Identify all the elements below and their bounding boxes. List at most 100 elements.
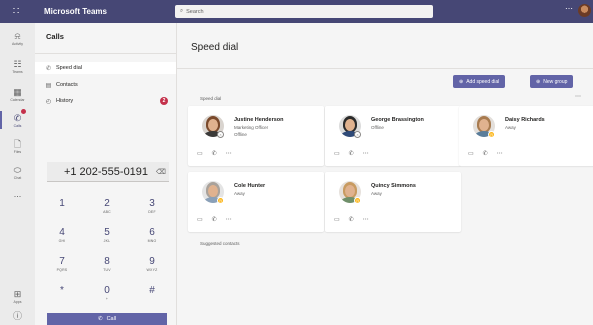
contact-name: Cole Hunter xyxy=(234,183,266,189)
contact-name: Daisy Richards xyxy=(505,117,545,123)
search-icon: ⌕ xyxy=(180,8,184,14)
keypad-key-5[interactable]: 5 JKL xyxy=(92,227,122,243)
contacts-icon: ▤ xyxy=(45,82,52,89)
presence-offline-icon: × xyxy=(217,131,224,138)
key-digit: 7 xyxy=(59,256,65,267)
key-letters: WXYZ xyxy=(146,268,158,272)
nav-item-label: Contacts xyxy=(56,82,78,88)
rail-label: Activity xyxy=(11,41,24,46)
contact-status: Offline xyxy=(371,125,384,130)
rail-item-calendar[interactable]: ▦ Calendar xyxy=(0,81,35,107)
rail-item-teams[interactable]: ☷ Teams xyxy=(0,53,35,79)
rail-item-calls[interactable]: ✆ Calls xyxy=(0,107,35,133)
video-call-icon[interactable]: ▭ xyxy=(468,150,474,157)
card-actions: ▭ ✆ ⋯ xyxy=(334,216,369,223)
nav-item-label: History xyxy=(56,98,74,104)
nav-item-history[interactable]: ◴ History 2 xyxy=(35,95,176,107)
contact-status: Away xyxy=(371,191,382,196)
rail-label: Calls xyxy=(13,123,22,128)
new-group-button[interactable]: ⊕ New group xyxy=(530,75,574,88)
phone-icon[interactable]: ✆ xyxy=(212,150,217,157)
rail-item-activity[interactable]: ⍾ Activity xyxy=(0,25,35,51)
phone-icon[interactable]: ✆ xyxy=(483,150,488,157)
contact-name: Quincy Simmons xyxy=(371,183,416,189)
more-options-icon[interactable]: ⋯ xyxy=(565,4,573,13)
contact-card[interactable]: × Justine Henderson Marketing Officer Of… xyxy=(188,106,324,166)
bell-icon: ⍾ xyxy=(14,30,21,41)
divider xyxy=(35,53,176,54)
nav-item-label: Speed dial xyxy=(56,65,82,71)
presence-offline-icon: × xyxy=(354,131,361,138)
key-digit: 1 xyxy=(59,198,65,209)
contact-card[interactable]: × George Brassington Offline ▭ ✆ ⋯ xyxy=(325,106,461,166)
add-person-icon: ⊕ xyxy=(459,78,464,85)
key-letters: ABC xyxy=(103,210,111,214)
title-bar: ∷ Microsoft Teams ⌕ Search ⋯ xyxy=(0,0,593,23)
file-icon: 🗋 xyxy=(13,138,22,149)
rail-label: Chat xyxy=(13,175,22,180)
key-letters: GHI xyxy=(58,239,66,243)
more-icon[interactable]: ⋯ xyxy=(497,150,503,157)
contact-card[interactable]: ◷ Quincy Simmons Away ▭ ✆ ⋯ xyxy=(325,172,461,232)
more-icon[interactable]: ⋯ xyxy=(226,150,232,157)
backspace-icon[interactable]: ⌫ xyxy=(153,168,169,176)
more-icon[interactable]: ⋯ xyxy=(363,150,369,157)
more-icon[interactable]: ⋯ xyxy=(226,216,232,223)
contact-card[interactable]: ◷ Daisy Richards Away ▭ ✆ ⋯ xyxy=(459,106,593,166)
keypad-key-3[interactable]: 3 DEF xyxy=(137,198,167,214)
phone-icon[interactable]: ✆ xyxy=(349,216,354,223)
key-letters: DEF xyxy=(148,210,156,214)
keypad-key-9[interactable]: 9 WXYZ xyxy=(137,256,167,272)
keypad-key-8[interactable]: 8 TUV xyxy=(92,256,122,272)
section-label: Speed dial xyxy=(200,96,222,101)
keypad-key-2[interactable]: 2 ABC xyxy=(92,198,122,214)
suggested-contacts-label: Suggested contacts xyxy=(200,241,240,246)
call-button[interactable]: ✆ Call xyxy=(47,313,167,325)
keypad-key-hash[interactable]: # xyxy=(137,285,167,297)
contact-status: Away xyxy=(234,191,245,196)
key-digit: * xyxy=(60,285,64,296)
key-letters: PQRS xyxy=(56,268,68,272)
chat-icon: ⬭ xyxy=(13,164,22,175)
card-actions: ▭ ✆ ⋯ xyxy=(468,150,503,157)
button-label: New group xyxy=(543,78,568,85)
video-call-icon[interactable]: ▭ xyxy=(197,216,203,223)
key-digit: 4 xyxy=(59,227,65,238)
section-more-icon[interactable]: ⋯ xyxy=(575,93,581,100)
more-icon[interactable]: ⋯ xyxy=(363,216,369,223)
key-digit: 9 xyxy=(149,256,155,267)
nav-item-contacts[interactable]: ▤ Contacts xyxy=(35,79,176,91)
group-icon: ⊕ xyxy=(536,78,541,85)
page-title: Speed dial xyxy=(191,42,239,53)
rail-item-more[interactable]: ... xyxy=(0,181,35,207)
app-launcher-icon[interactable]: ∷ xyxy=(0,0,32,23)
keypad-key-star[interactable]: * xyxy=(47,285,77,297)
app-name: Microsoft Teams xyxy=(44,7,107,16)
keypad-key-7[interactable]: 7 PQRS xyxy=(47,256,77,272)
search-input[interactable]: ⌕ Search xyxy=(175,5,433,18)
contact-card[interactable]: ◷ Cole Hunter Away ▭ ✆ ⋯ xyxy=(188,172,324,232)
key-digit: 5 xyxy=(104,227,110,238)
notification-dot xyxy=(21,109,26,114)
keypad-key-4[interactable]: 4 GHI xyxy=(47,227,77,243)
rail-item-help[interactable]: ⓘ xyxy=(0,303,35,325)
nav-item-speed-dial[interactable]: ✆ Speed dial xyxy=(35,62,176,74)
presence-away-icon: ◷ xyxy=(354,197,361,204)
dial-number-field[interactable]: +1 202-555-0191 ⌫ xyxy=(47,162,169,182)
add-speed-dial-button[interactable]: ⊕ Add speed dial xyxy=(453,75,506,88)
keypad-key-6[interactable]: 6 MNO xyxy=(137,227,167,243)
video-call-icon[interactable]: ▭ xyxy=(197,150,203,157)
keypad-key-1[interactable]: 1 xyxy=(47,198,77,210)
contact-name: George Brassington xyxy=(371,117,424,123)
video-call-icon[interactable]: ▭ xyxy=(334,150,340,157)
video-call-icon[interactable]: ▭ xyxy=(334,216,340,223)
card-actions: ▭ ✆ ⋯ xyxy=(197,216,232,223)
key-digit: 2 xyxy=(104,198,110,209)
keypad-key-0[interactable]: 0 + xyxy=(92,285,122,301)
phone-icon[interactable]: ✆ xyxy=(349,150,354,157)
rail-item-files[interactable]: 🗋 Files xyxy=(0,133,35,159)
profile-avatar[interactable] xyxy=(578,4,591,17)
card-actions: ▭ ✆ ⋯ xyxy=(334,150,369,157)
panel-title: Calls xyxy=(46,32,64,41)
phone-icon[interactable]: ✆ xyxy=(212,216,217,223)
